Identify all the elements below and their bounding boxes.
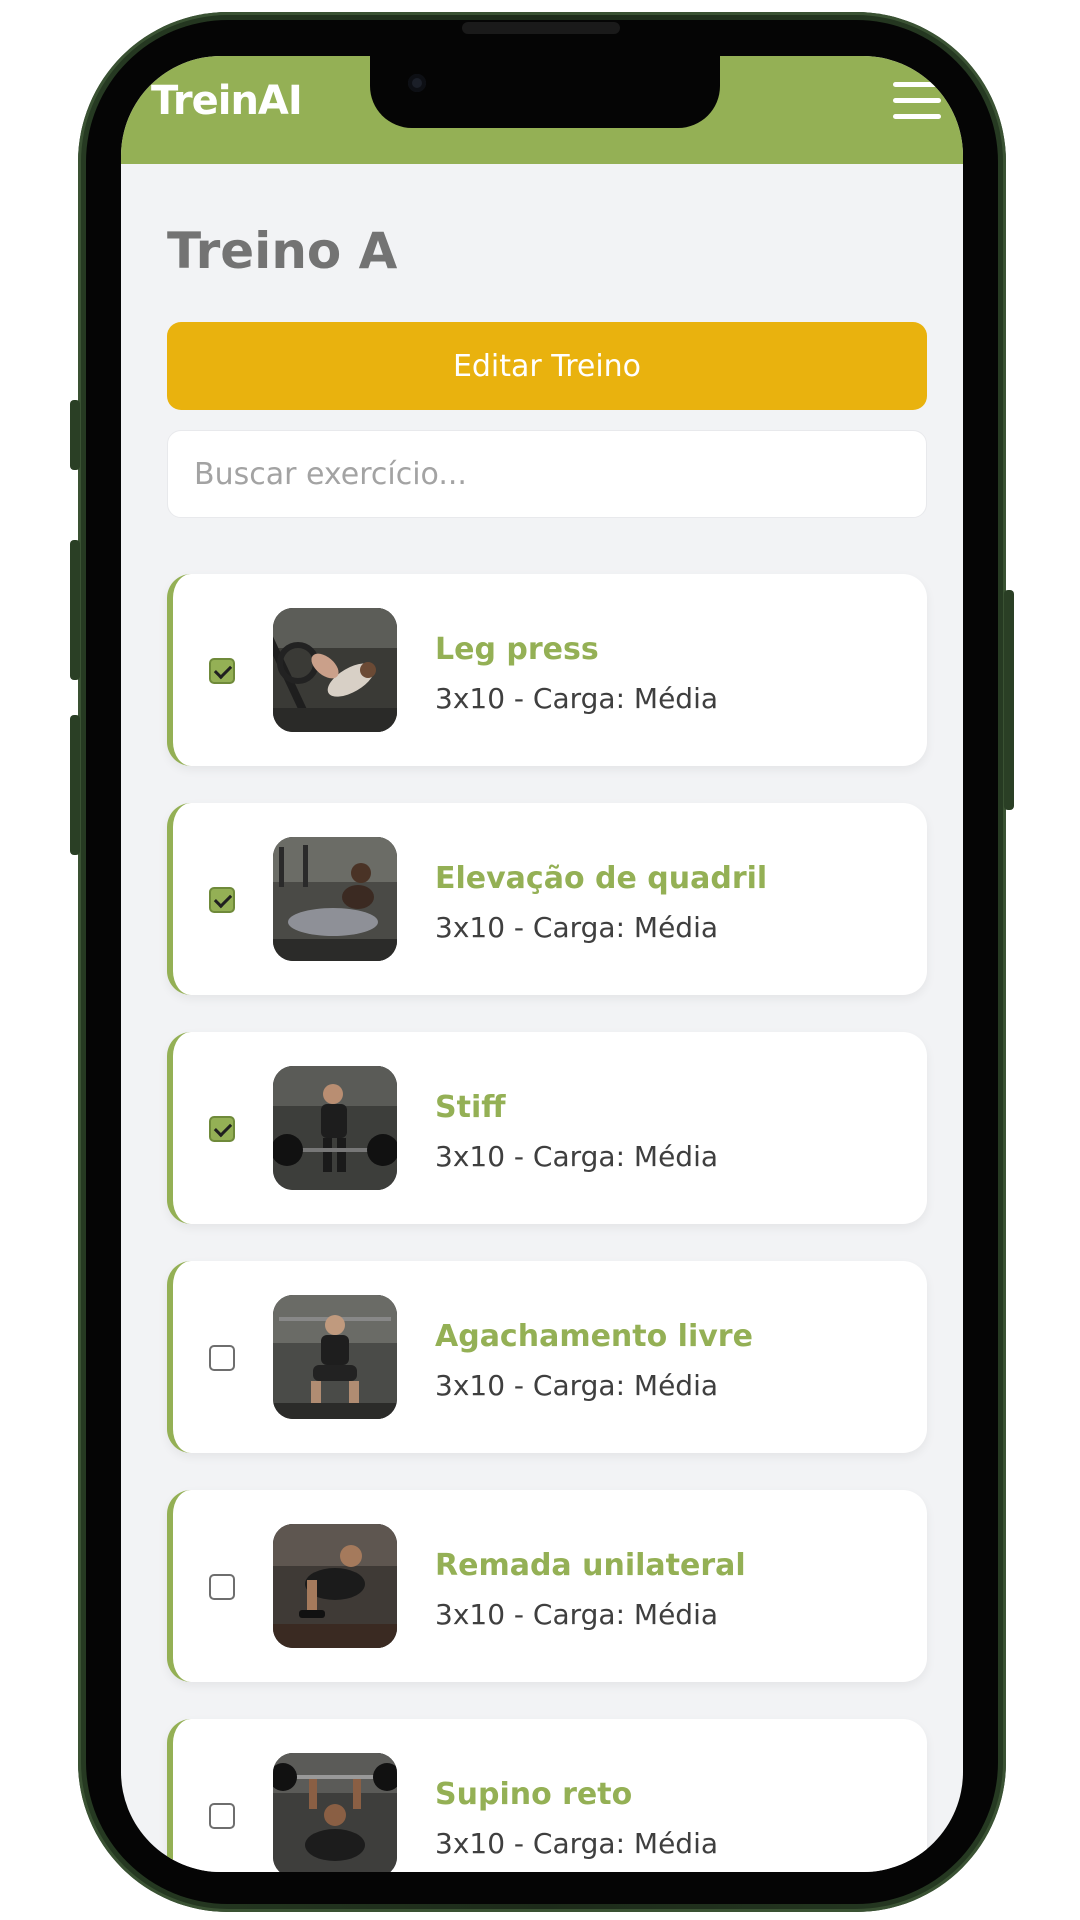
- squat-photo: [273, 1295, 397, 1419]
- bench-press-photo: [273, 1753, 397, 1872]
- menu-line: [893, 98, 941, 103]
- exercise-checkbox[interactable]: [209, 1116, 235, 1142]
- edit-workout-button[interactable]: Editar Treino: [167, 322, 927, 410]
- exercise-detail: 3x10 - Carga: Média: [435, 1598, 719, 1631]
- exercise-checkbox[interactable]: [209, 887, 235, 913]
- phone-screen: TreinAI Treino A Editar Treino Buscar ex…: [121, 56, 963, 1872]
- page-title: Treino A: [167, 222, 398, 280]
- menu-line: [893, 82, 941, 87]
- exercise-checkbox[interactable]: [209, 1803, 235, 1829]
- exercise-card[interactable]: Supino reto 3x10 - Carga: Média: [167, 1719, 927, 1872]
- exercise-photo: [273, 608, 397, 732]
- exercise-card[interactable]: Leg press 3x10 - Carga: Média: [167, 574, 927, 766]
- hamburger-menu-icon[interactable]: [893, 82, 941, 124]
- app-logo: TreinAI: [151, 78, 303, 124]
- exercise-name: Elevação de quadril: [435, 861, 768, 896]
- exercise-detail: 3x10 - Carga: Média: [435, 1369, 719, 1402]
- exercise-photo: [273, 837, 397, 961]
- search-input[interactable]: [168, 431, 926, 517]
- menu-line: [893, 114, 941, 119]
- exercise-photo: [273, 1753, 397, 1872]
- exercise-name: Stiff: [435, 1090, 506, 1125]
- exercise-card[interactable]: Elevação de quadril 3x10 - Carga: Média: [167, 803, 927, 995]
- exercise-name: Agachamento livre: [435, 1319, 753, 1354]
- exercise-detail: 3x10 - Carga: Média: [435, 911, 719, 944]
- one-arm-row-photo: [273, 1524, 397, 1648]
- exercise-checkbox[interactable]: [209, 1345, 235, 1371]
- side-button-volume-up: [70, 540, 80, 680]
- side-button-volume-down: [70, 715, 80, 855]
- exercise-name: Remada unilateral: [435, 1548, 746, 1583]
- exercise-name: Leg press: [435, 632, 599, 667]
- exercise-photo: [273, 1524, 397, 1648]
- exercise-card[interactable]: Remada unilateral 3x10 - Carga: Média: [167, 1490, 927, 1682]
- exercise-photo: [273, 1295, 397, 1419]
- exercise-detail: 3x10 - Carga: Média: [435, 1827, 719, 1860]
- exercise-card[interactable]: Agachamento livre 3x10 - Carga: Média: [167, 1261, 927, 1453]
- exercise-checkbox[interactable]: [209, 658, 235, 684]
- hip-thrust-photo: [273, 837, 397, 961]
- speaker-grille: [462, 22, 620, 34]
- exercise-detail: 3x10 - Carga: Média: [435, 1140, 719, 1173]
- exercise-detail: 3x10 - Carga: Média: [435, 682, 719, 715]
- search-box: [167, 430, 927, 518]
- exercise-card[interactable]: Stiff 3x10 - Carga: Média: [167, 1032, 927, 1224]
- exercise-list: Leg press 3x10 - Carga: Média Elevação d…: [167, 574, 927, 1872]
- leg-press-photo: [273, 608, 397, 732]
- phone-mockup: TreinAI Treino A Editar Treino Buscar ex…: [0, 0, 1080, 1920]
- exercise-checkbox[interactable]: [209, 1574, 235, 1600]
- exercise-photo: [273, 1066, 397, 1190]
- side-button-power: [1004, 590, 1014, 810]
- side-button-silent: [70, 400, 80, 470]
- stiff-deadlift-photo: [273, 1066, 397, 1190]
- exercise-name: Supino reto: [435, 1777, 633, 1812]
- front-camera-icon: [408, 74, 426, 92]
